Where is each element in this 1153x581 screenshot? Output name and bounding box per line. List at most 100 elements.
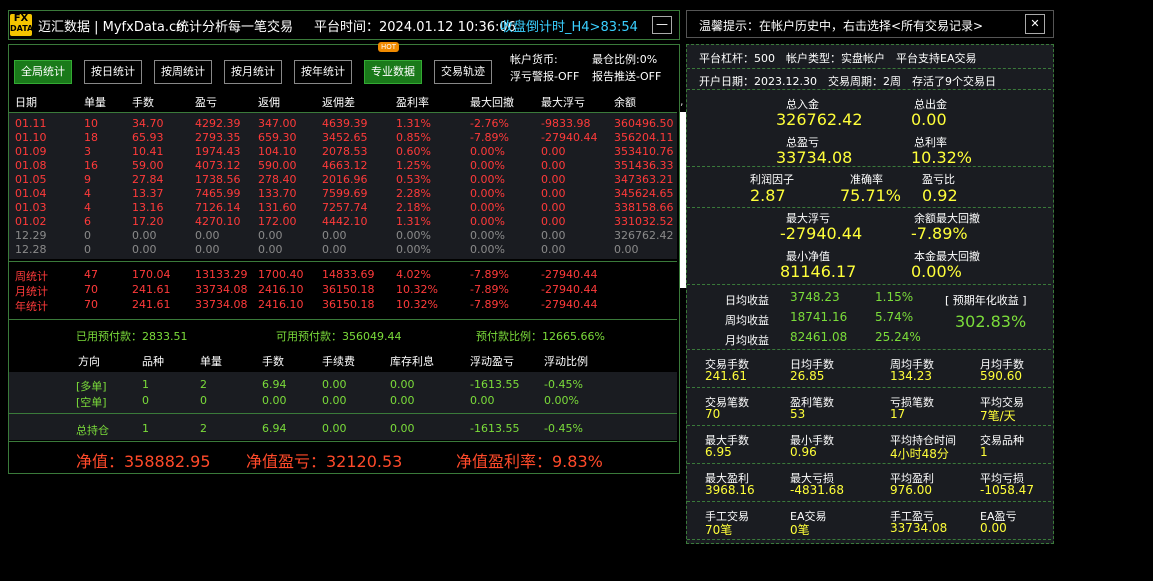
- table-cell: 0.00: [195, 243, 220, 256]
- tab-global-stats[interactable]: 全局统计: [14, 60, 72, 84]
- table-cell: 0.00: [258, 243, 283, 256]
- table-cell: 0.00%: [470, 173, 505, 186]
- summary-cell: -27940.44: [541, 283, 598, 296]
- float-loss-alert[interactable]: 浮亏警报-OFF: [510, 68, 579, 84]
- table-cell: 65.93: [132, 131, 164, 144]
- summary-cell: -7.89%: [470, 283, 509, 296]
- panel-handle[interactable]: ,: [680, 95, 684, 108]
- column-header-pnl: 盈亏: [195, 96, 217, 109]
- table-cell: 0.00%: [396, 243, 431, 256]
- position-total-cell: -1613.55: [470, 422, 520, 435]
- weekly-return: 18741.16: [790, 310, 848, 324]
- table-cell: 131.60: [258, 201, 297, 214]
- summary-cell: 年统计: [15, 300, 48, 313]
- table-cell: 133.70: [258, 187, 297, 200]
- position-column-header: 手续费: [322, 355, 355, 368]
- equity-rate: 净值盈利率：9.83%: [456, 452, 603, 471]
- logo-top: FX: [13, 13, 29, 24]
- table-cell: 3: [84, 145, 91, 158]
- divider: [9, 413, 677, 414]
- report-push[interactable]: 报告推送-OFF: [592, 68, 661, 84]
- close-button[interactable]: ✕: [1025, 14, 1045, 34]
- table-cell: 4073.12: [195, 159, 241, 172]
- table-cell: 12.29: [15, 229, 47, 242]
- divider: [9, 441, 677, 442]
- table-cell: 01.02: [15, 215, 47, 228]
- column-header-orders: 单量: [84, 96, 106, 109]
- minimize-button[interactable]: —: [652, 16, 672, 34]
- monthly-return: 82461.08: [790, 330, 848, 344]
- table-cell: 0.00%: [470, 145, 505, 158]
- stat-value: 3968.16: [705, 483, 755, 497]
- table-cell: 1.31%: [396, 215, 431, 228]
- app-name: 迈汇数据 | MyfxData.cn: [38, 20, 185, 35]
- total-deposit: 326762.42: [776, 110, 863, 129]
- table-cell: 9: [84, 173, 91, 186]
- table-cell: 0.60%: [396, 145, 431, 158]
- position-column-header: 品种: [142, 355, 164, 368]
- table-cell: 18: [84, 131, 98, 144]
- app-slogan: 统计分析每一笔交易: [176, 20, 294, 35]
- table-cell: 104.10: [258, 145, 297, 158]
- table-cell: 27.84: [132, 173, 164, 186]
- position-cell: 2: [200, 378, 207, 391]
- tab-trade-track[interactable]: 交易轨迹: [434, 60, 492, 84]
- weekly-return-label: 周均收益: [725, 314, 769, 327]
- table-cell: 10.41: [132, 145, 164, 158]
- table-cell: -2.76%: [470, 117, 509, 130]
- table-cell: 2793.35: [195, 131, 241, 144]
- account-currency: 帐户货币:: [510, 53, 558, 66]
- tab-weekly-stats[interactable]: 按周统计: [154, 60, 212, 84]
- monthly-return-label: 月均收益: [725, 334, 769, 347]
- position-column-header: 浮动盈亏: [470, 355, 514, 368]
- account-info-1: 平台杠杆：500 帐户类型：实盘帐户 平台支持EA交易: [699, 52, 977, 65]
- table-cell: 16: [84, 159, 98, 172]
- table-cell: 0.00%: [470, 215, 505, 228]
- accuracy: 75.71%: [840, 186, 902, 205]
- summary-cell: 13133.29: [195, 268, 248, 281]
- table-cell: 172.00: [258, 215, 297, 228]
- position-column-header: 手数: [262, 355, 284, 368]
- table-cell: 4: [84, 187, 91, 200]
- table-cell: 351436.33: [614, 159, 674, 172]
- table-cell: 347.00: [258, 117, 297, 130]
- column-header-rebate-diff: 返佣差: [322, 96, 355, 109]
- table-cell: 2.18%: [396, 201, 431, 214]
- summary-cell: 周统计: [15, 270, 48, 283]
- table-cell: 0.00%: [470, 229, 505, 242]
- table-cell: 4270.10: [195, 215, 241, 228]
- table-cell: 01.11: [15, 117, 47, 130]
- table-cell: 356204.11: [614, 131, 674, 144]
- tab-yearly-stats[interactable]: 按年统计: [294, 60, 352, 84]
- summary-cell: 10.32%: [396, 298, 438, 311]
- tab-daily-stats[interactable]: 按日统计: [84, 60, 142, 84]
- account-info-2: 开户日期：2023.12.30 交易周期：2周 存活了9个交易日: [699, 75, 996, 88]
- table-cell: 0.00: [132, 229, 157, 242]
- annual-return: 302.83%: [955, 312, 1027, 331]
- equity: 净值：358882.95: [76, 452, 211, 471]
- table-cell: 0.00%: [470, 201, 505, 214]
- table-cell: 34.70: [132, 117, 164, 130]
- summary-cell: 36150.18: [322, 283, 375, 296]
- tab-pro-data[interactable]: 专业数据: [364, 60, 422, 84]
- table-cell: 13.16: [132, 201, 164, 214]
- stat-value: 0.96: [790, 445, 817, 459]
- weekly-return-pct: 5.74%: [875, 310, 914, 324]
- position-cell: 1: [142, 378, 149, 391]
- summary-cell: 1700.40: [258, 268, 304, 281]
- summary-cell: 2416.10: [258, 283, 304, 296]
- stat-value: 53: [790, 407, 806, 421]
- divider: [9, 319, 677, 320]
- position-cell: 0.00%: [544, 394, 579, 407]
- position-total-cell: 0.00: [390, 422, 415, 435]
- position-column-header: 方向: [78, 355, 100, 368]
- position-cell: 0.00: [390, 394, 415, 407]
- table-cell: 17.20: [132, 215, 164, 228]
- column-header-balance: 余额: [614, 96, 636, 109]
- tab-monthly-stats[interactable]: 按月统计: [224, 60, 282, 84]
- summary-cell: 241.61: [132, 283, 171, 296]
- table-cell: 1.31%: [396, 117, 431, 130]
- stat-value: 70笔: [705, 523, 733, 537]
- column-header-max-dd: 最大回撤: [470, 96, 514, 109]
- table-cell: 01.08: [15, 159, 47, 172]
